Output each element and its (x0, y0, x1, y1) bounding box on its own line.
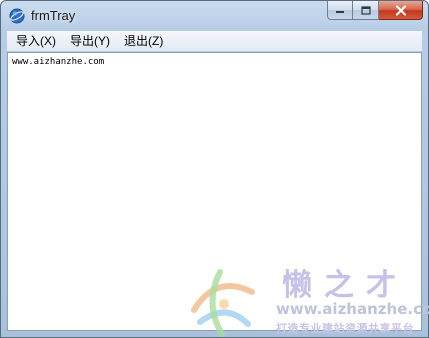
app-icon (9, 8, 25, 24)
close-icon (395, 4, 406, 16)
caption-buttons (327, 1, 423, 21)
maximize-button[interactable] (353, 1, 379, 20)
window-title: frmTray (31, 8, 76, 23)
watermark-url: www.aizhanzhe.com (276, 300, 429, 318)
watermark-logo-icon (191, 269, 255, 337)
menu-bar: 导入(X) 导出(Y) 退出(Z) (7, 31, 422, 51)
editor-text: www.aizhanzhe.com (12, 57, 105, 67)
watermark-slogan: 打造专业建站资源共享平台 (276, 322, 414, 335)
maximize-icon (360, 5, 371, 15)
watermark-brand: 懒之才 (282, 268, 408, 303)
close-button[interactable] (379, 1, 423, 20)
title-bar[interactable]: frmTray (1, 1, 428, 31)
menu-exit[interactable]: 退出(Z) (120, 32, 167, 50)
watermark: 懒之才 www.aizhanzhe.com 打造专业建站资源共享平台 (186, 260, 429, 338)
menu-export[interactable]: 导出(Y) (66, 32, 114, 50)
menu-import[interactable]: 导入(X) (12, 32, 60, 50)
minimize-icon (336, 11, 344, 13)
minimize-button[interactable] (327, 1, 353, 20)
